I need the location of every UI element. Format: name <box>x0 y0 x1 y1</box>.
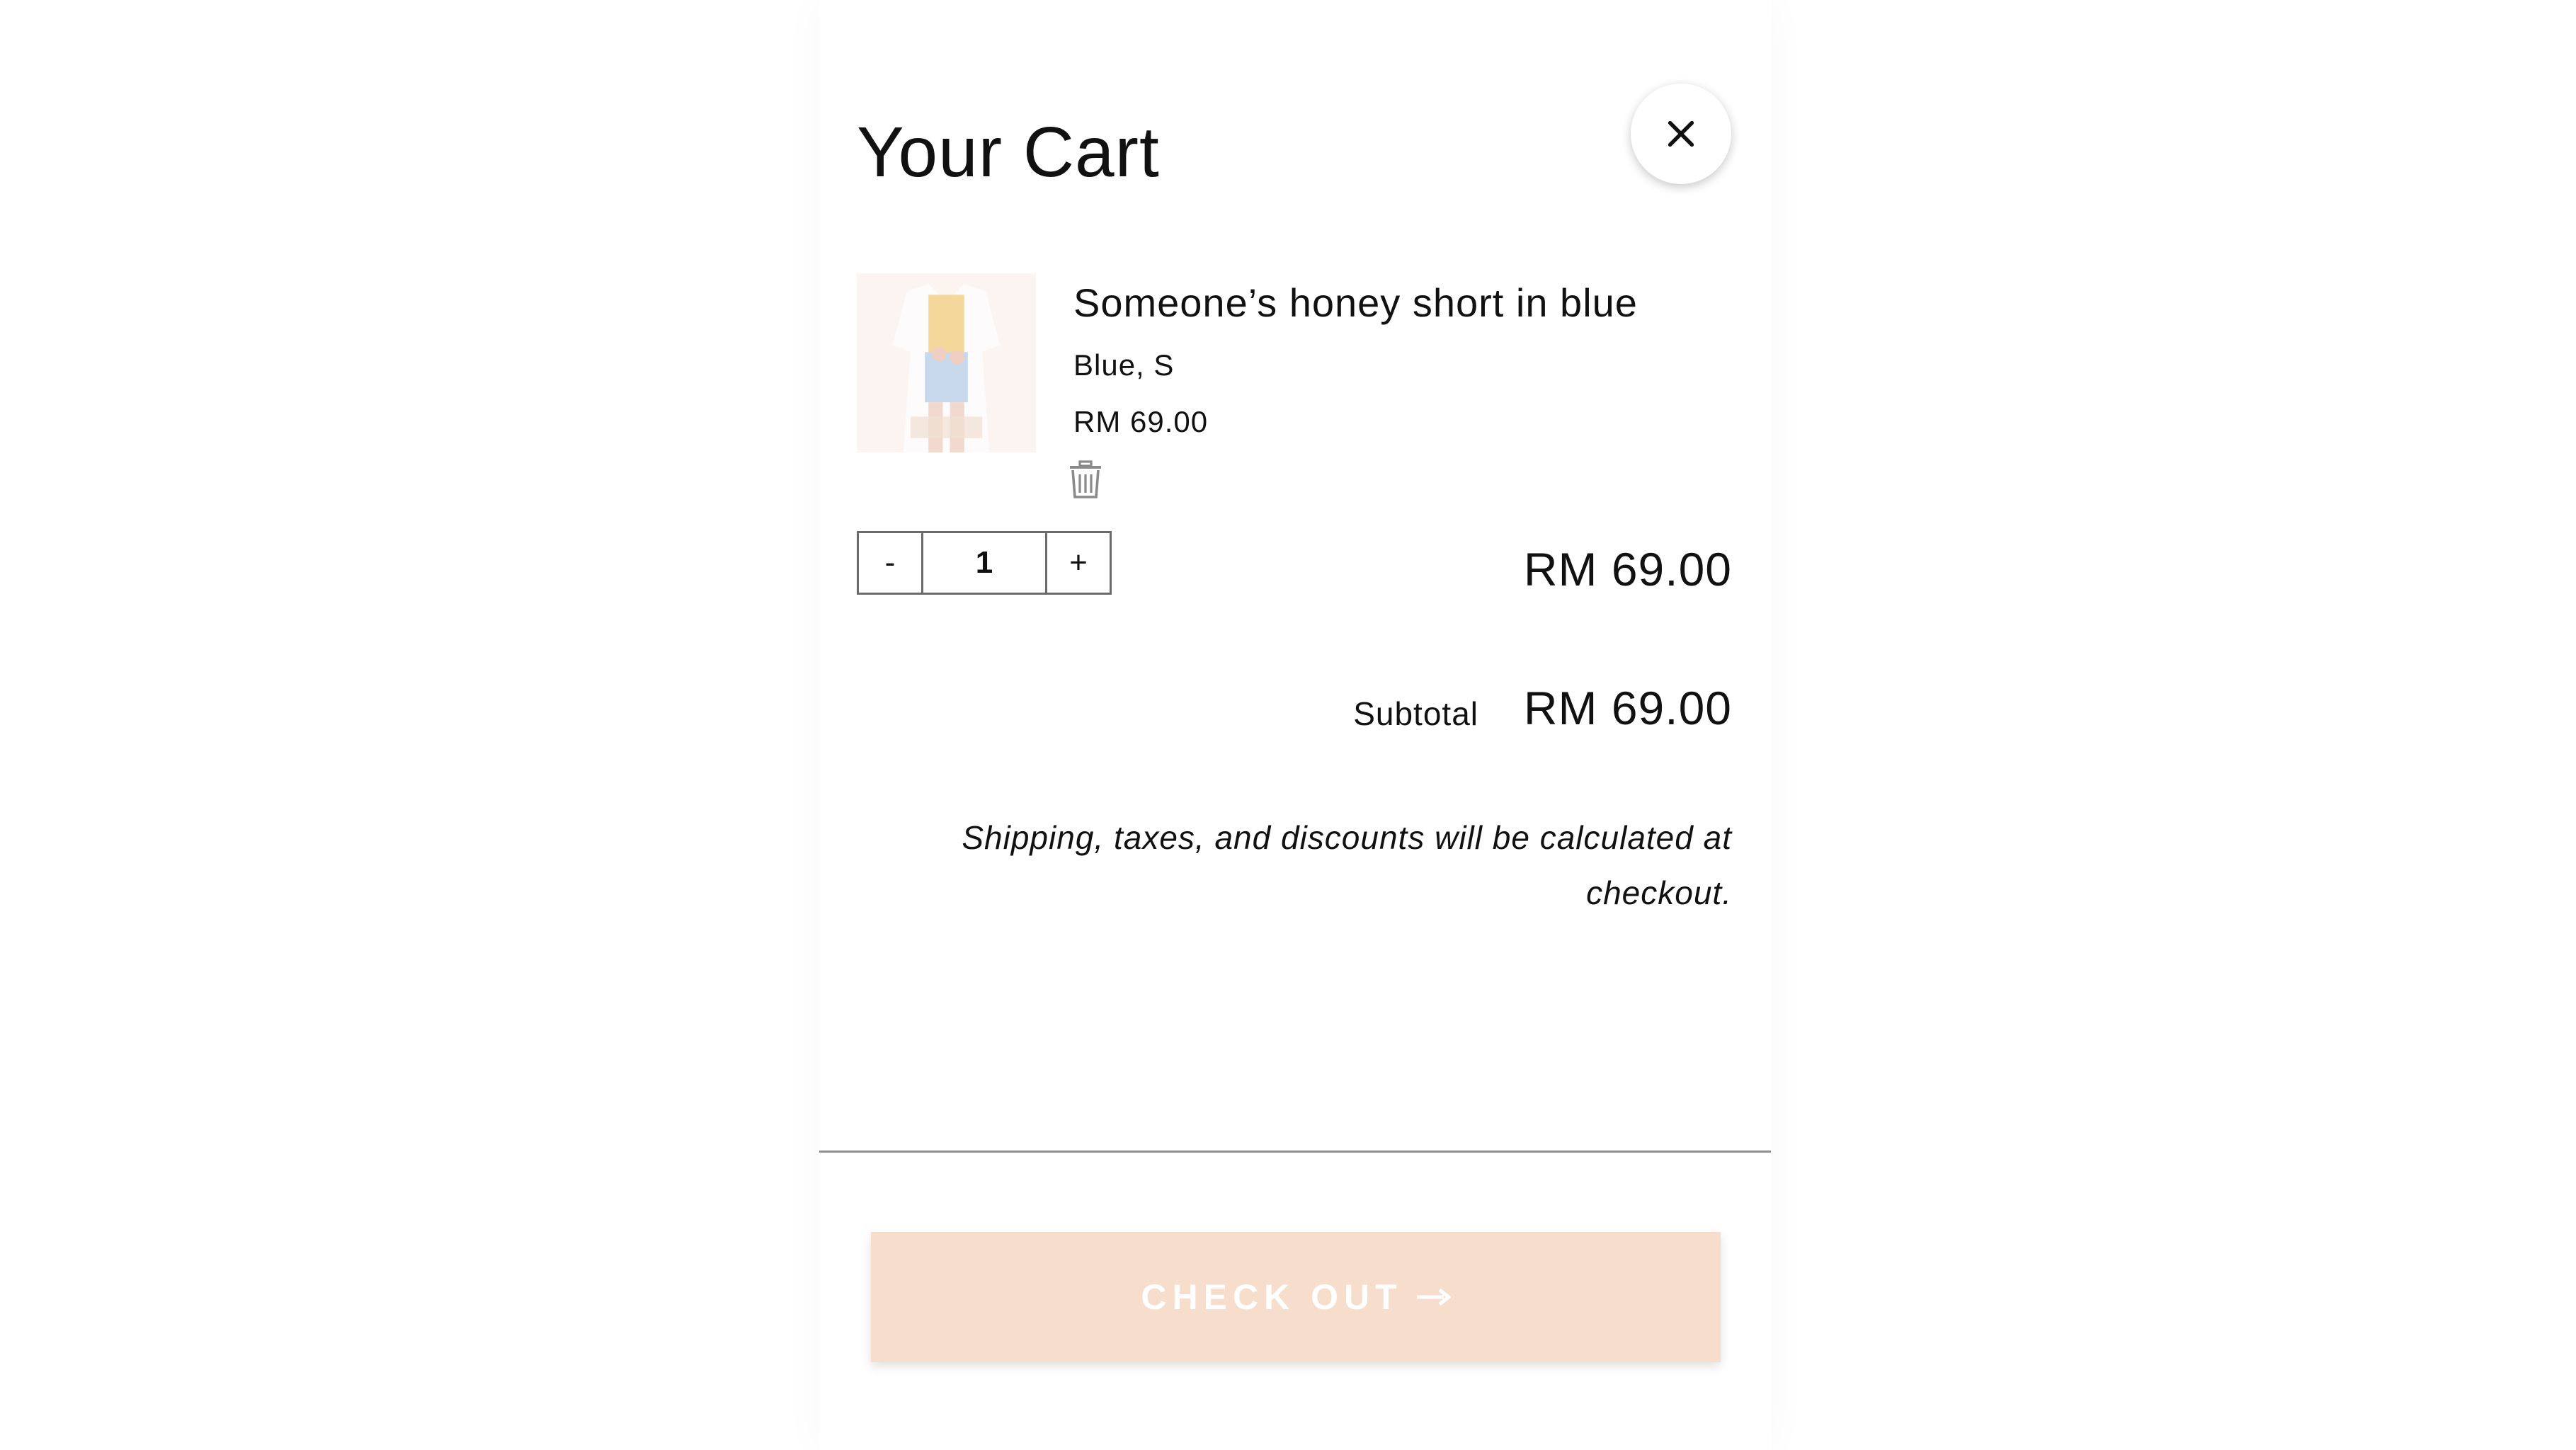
product-name[interactable]: Someone’s honey short in blue <box>1073 278 1638 329</box>
subtotal-value: RM 69.00 <box>1523 682 1732 734</box>
trash-icon <box>1070 460 1101 498</box>
divider <box>819 1151 1771 1153</box>
decrease-quantity-button[interactable]: - <box>859 533 923 593</box>
quantity-stepper: - 1 + <box>857 531 1112 595</box>
arrow-right-icon <box>1416 1289 1451 1306</box>
close-button[interactable] <box>1631 84 1731 184</box>
remove-item-button[interactable] <box>1068 460 1103 500</box>
shipping-note: Shipping, taxes, and discounts will be c… <box>962 819 1732 911</box>
checkout-button[interactable]: CHECK OUT <box>871 1232 1721 1362</box>
checkout-label: CHECK OUT <box>1141 1277 1403 1317</box>
increase-quantity-button[interactable]: + <box>1045 533 1110 593</box>
quantity-input[interactable]: 1 <box>923 533 1045 593</box>
product-variant: Blue, S <box>1073 348 1175 382</box>
close-icon <box>1668 120 1694 147</box>
subtotal-label: Subtotal <box>1353 695 1478 732</box>
cart-title: Your Cart <box>857 113 1160 192</box>
product-unit-price: RM 69.00 <box>1073 405 1209 438</box>
product-thumbnail[interactable] <box>857 273 1036 452</box>
line-item-total: RM 69.00 <box>1523 543 1732 595</box>
